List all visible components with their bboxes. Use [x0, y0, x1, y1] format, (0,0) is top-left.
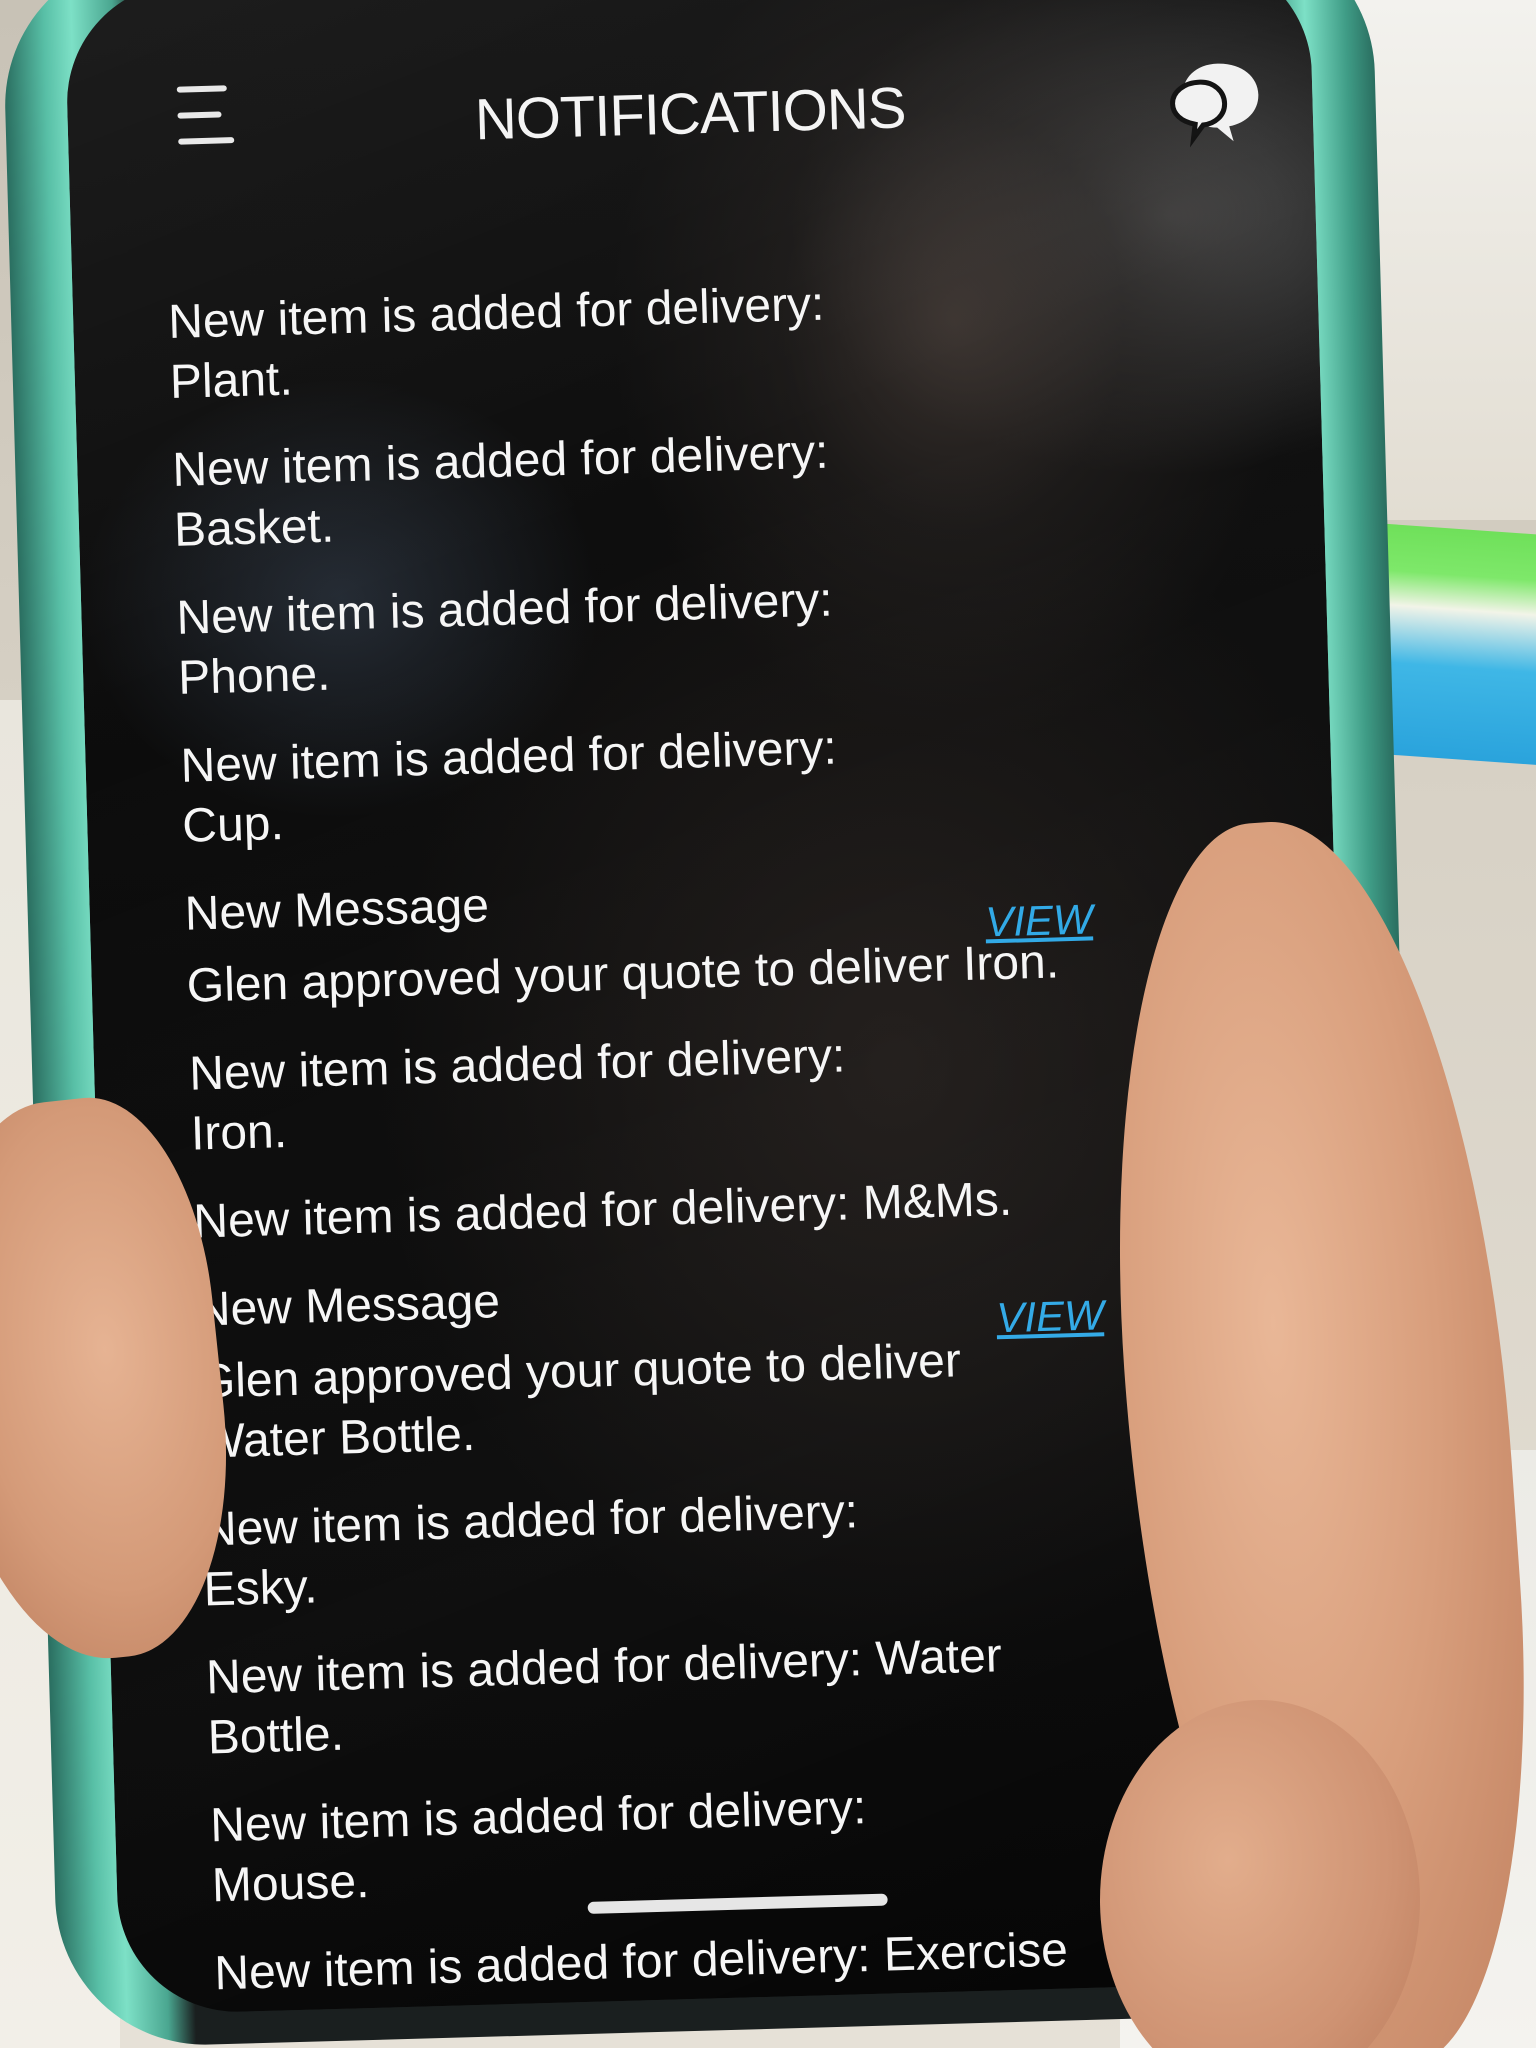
notification-message-header[interactable]: New Message VIEW: [195, 1261, 1104, 1341]
app-header: NOTIFICATIONS: [66, 41, 1314, 186]
notification-item[interactable]: New item is added for delivery: Basket.: [172, 421, 895, 561]
notification-item[interactable]: New item is added for delivery: Iron.: [188, 1025, 911, 1165]
notification-item[interactable]: New item is added for delivery: Exercise…: [214, 1919, 1117, 2015]
notification-message-label: New Message: [184, 879, 490, 941]
photo-scene: NOTIFICATIONS New item is added for deli…: [0, 0, 1536, 2048]
notification-message-header[interactable]: New Message VIEW: [184, 865, 1093, 945]
notification-item[interactable]: New item is added for delivery: Water Bo…: [205, 1623, 1108, 1768]
notification-list: New item is added for delivery: Plant. N…: [167, 263, 1277, 2015]
notification-item[interactable]: Glen approved your quote to deliver Iron…: [186, 932, 1087, 1017]
page-title: NOTIFICATIONS: [474, 75, 907, 153]
chat-bubbles-icon[interactable]: [1161, 52, 1264, 151]
notification-item[interactable]: Glen approved your quote to deliver Wate…: [197, 1327, 1100, 1472]
notification-item[interactable]: New item is added for delivery: Cup.: [180, 717, 903, 857]
notification-item[interactable]: New item is added for delivery: Plant.: [167, 273, 890, 413]
notification-item[interactable]: New item is added for delivery: M&Ms.: [193, 1168, 1094, 1253]
notification-message-label: New Message: [195, 1275, 501, 1337]
notification-item[interactable]: New item is added for delivery: Phone.: [176, 569, 899, 709]
notification-item[interactable]: New item is added for delivery: Esky.: [201, 1480, 924, 1620]
